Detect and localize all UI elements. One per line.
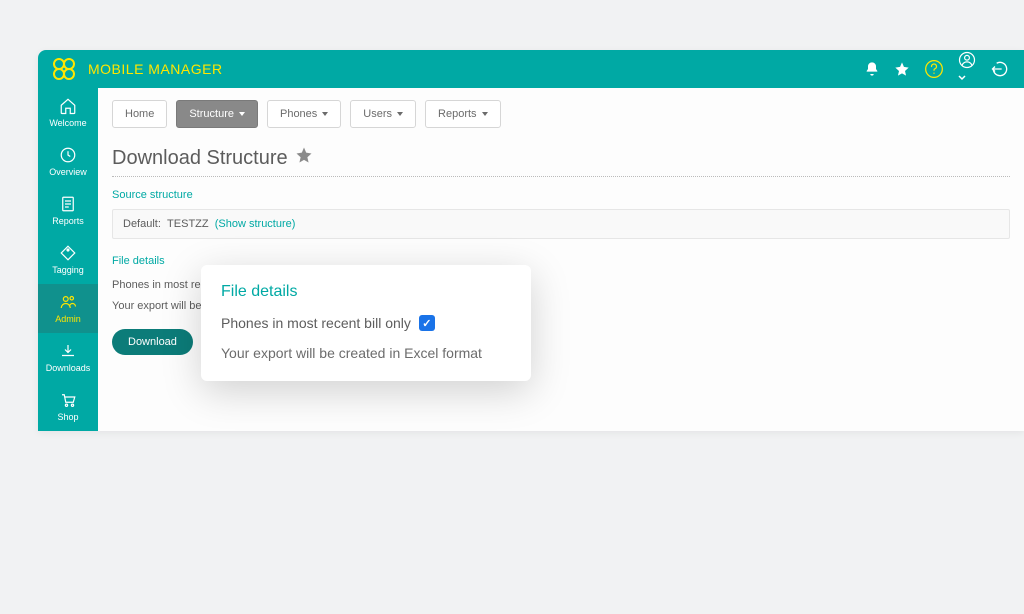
clock-icon — [59, 146, 77, 164]
checkbox-checked-icon[interactable]: ✓ — [419, 315, 435, 331]
sidebar-item-admin[interactable]: Admin — [38, 284, 98, 333]
tab-structure[interactable]: Structure — [176, 100, 258, 128]
logout-icon[interactable] — [990, 59, 1010, 79]
chevron-down-icon — [482, 112, 488, 116]
source-structure-label: Source structure — [112, 189, 1010, 201]
document-icon — [59, 195, 77, 213]
page-title: Download Structure — [112, 146, 1010, 170]
bell-icon[interactable] — [864, 61, 880, 77]
tag-icon — [59, 244, 77, 262]
help-icon[interactable] — [924, 59, 944, 79]
popup-export-note: Your export will be created in Excel for… — [221, 345, 511, 361]
app-header: MOBILE MANAGER — [38, 50, 1024, 88]
default-structure-row: Default: TESTZZ (Show structure) — [112, 209, 1010, 239]
sidebar-item-welcome[interactable]: Welcome — [38, 88, 98, 137]
tab-users[interactable]: Users — [350, 100, 416, 128]
chevron-down-icon — [239, 112, 245, 116]
home-icon — [59, 97, 77, 115]
popup-checkbox-row[interactable]: Phones in most recent bill only ✓ — [221, 315, 511, 331]
download-button[interactable]: Download — [112, 329, 193, 355]
tab-bar: Home Structure Phones Users Reports — [112, 100, 1010, 128]
sidebar-item-shop[interactable]: Shop — [38, 382, 98, 431]
popup-checkbox-label: Phones in most recent bill only — [221, 315, 411, 331]
sidebar: Welcome Overview Reports Tagging Admin D… — [38, 88, 98, 431]
file-details-popup: File details Phones in most recent bill … — [201, 265, 531, 381]
app-title: MOBILE MANAGER — [88, 61, 223, 77]
chevron-down-icon — [397, 112, 403, 116]
content-area: Home Structure Phones Users Reports Down… — [98, 88, 1024, 431]
popup-title: File details — [221, 283, 511, 301]
admin-icon — [59, 293, 77, 311]
sidebar-item-downloads[interactable]: Downloads — [38, 333, 98, 382]
chevron-down-icon — [322, 112, 328, 116]
ee-logo — [52, 57, 76, 81]
star-icon[interactable] — [894, 61, 910, 77]
download-icon — [59, 342, 77, 360]
cart-icon — [59, 391, 77, 409]
divider — [112, 176, 1010, 177]
sidebar-item-overview[interactable]: Overview — [38, 137, 98, 186]
tab-reports[interactable]: Reports — [425, 100, 501, 128]
user-icon[interactable] — [958, 51, 976, 87]
tab-home[interactable]: Home — [112, 100, 167, 128]
favorite-star-icon[interactable] — [295, 146, 313, 170]
sidebar-item-tagging[interactable]: Tagging — [38, 235, 98, 284]
show-structure-link[interactable]: (Show structure) — [215, 218, 296, 230]
sidebar-item-reports[interactable]: Reports — [38, 186, 98, 235]
tab-phones[interactable]: Phones — [267, 100, 341, 128]
